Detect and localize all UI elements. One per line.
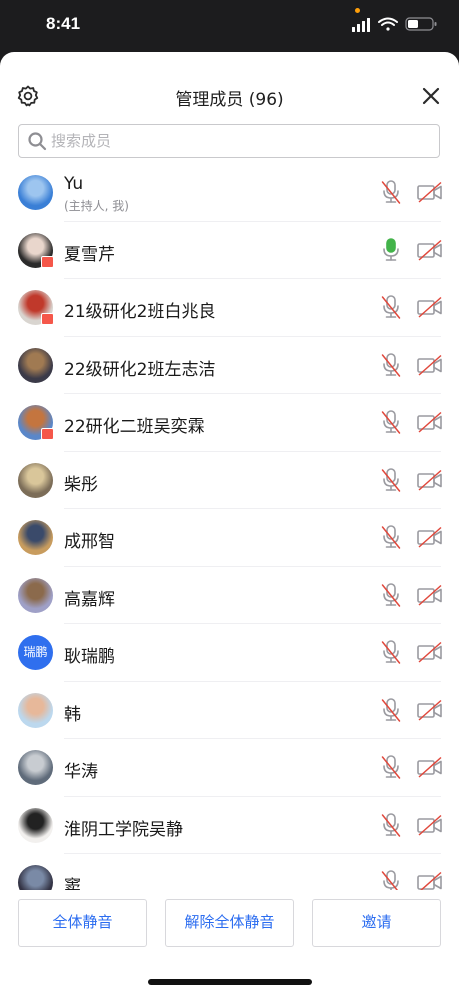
signal-icon — [352, 18, 370, 32]
member-row[interactable]: 淮阴工学院吴静 — [0, 797, 459, 855]
page-title: 管理成员 (96) — [175, 90, 284, 110]
member-row[interactable]: 窦 — [0, 854, 459, 890]
search-input[interactable] — [51, 128, 431, 154]
member-name: 21级研化2班白兆良 — [64, 302, 216, 322]
member-name: 22级研化2班左志洁 — [64, 359, 216, 380]
avatar — [18, 577, 53, 613]
member-name: 柴彤 — [64, 474, 98, 495]
mic-muted-icon[interactable] — [379, 524, 403, 550]
member-name: 高嘉辉 — [64, 589, 115, 610]
sheet-header: 管理成员 (96) — [0, 52, 459, 124]
status-icons — [352, 17, 437, 32]
camera-off-icon[interactable] — [416, 756, 444, 778]
member-name: 华涛 — [64, 762, 98, 782]
search-field[interactable] — [18, 124, 440, 158]
member-row[interactable]: 22研化二班吴奕霖 — [0, 394, 459, 452]
member-row[interactable]: 瑞鹏 耿瑞鹏 — [0, 624, 459, 682]
wifi-icon — [378, 17, 398, 31]
avatar — [18, 865, 53, 890]
close-icon[interactable] — [420, 85, 442, 107]
member-row[interactable]: 韩 — [0, 682, 459, 740]
member-row[interactable]: 22级研化2班左志洁 — [0, 337, 459, 395]
status-time: 8:41 — [46, 14, 81, 33]
home-indicator — [148, 979, 312, 985]
bottom-action-bar: 全体静音 解除全体静音 邀请 — [0, 890, 459, 994]
manage-members-sheet: 管理成员 (96) Yu (主持人, 我) 夏雪芹 21级研化2班白兆良 22级研化2班… — [0, 52, 459, 994]
avatar-badge — [41, 313, 54, 325]
camera-off-icon[interactable] — [416, 814, 444, 836]
mic-muted-icon[interactable] — [379, 294, 403, 320]
mic-muted-icon[interactable] — [379, 697, 403, 723]
mic-muted-icon[interactable] — [379, 812, 403, 838]
camera-off-icon[interactable] — [416, 584, 444, 606]
member-name: 韩 — [64, 704, 81, 725]
avatar — [18, 347, 53, 383]
avatar-badge — [41, 255, 54, 268]
avatar-initials: 瑞鹏 — [23, 645, 48, 659]
camera-off-icon[interactable] — [416, 699, 444, 721]
avatar — [18, 807, 53, 843]
member-name: 夏雪芹 — [64, 244, 115, 265]
member-name: 22研化二班吴奕霖 — [64, 417, 205, 437]
mic-muted-icon[interactable] — [379, 639, 403, 665]
member-row[interactable]: 21级研化2班白兆良 — [0, 279, 459, 337]
camera-off-icon[interactable] — [416, 239, 444, 261]
avatar — [18, 692, 53, 728]
avatar — [18, 750, 53, 785]
avatar — [18, 520, 53, 555]
camera-off-icon[interactable] — [416, 354, 444, 376]
mic-muted-icon[interactable] — [379, 179, 403, 205]
mute-all-button[interactable]: 全体静音 — [18, 899, 147, 947]
member-name: 窦 — [64, 877, 81, 890]
mic-muted-icon[interactable] — [379, 869, 403, 890]
member-row[interactable]: 高嘉辉 — [0, 567, 459, 625]
camera-off-icon[interactable] — [416, 411, 444, 433]
unmute-all-button[interactable]: 解除全体静音 — [165, 899, 294, 947]
member-name: 耿瑞鹏 — [64, 647, 115, 667]
mic-on-icon[interactable] — [379, 237, 403, 263]
member-role: (主持人, 我) — [64, 199, 129, 213]
invite-button[interactable]: 邀请 — [312, 899, 441, 947]
avatar — [18, 462, 53, 498]
avatar — [18, 175, 53, 210]
mic-muted-icon[interactable] — [379, 582, 403, 608]
member-name: 淮阴工学院吴静 — [64, 819, 183, 840]
camera-off-icon[interactable] — [416, 641, 444, 663]
status-bar: 8:41 — [0, 0, 459, 52]
mic-muted-icon[interactable] — [379, 467, 403, 493]
mic-muted-icon[interactable] — [379, 409, 403, 435]
avatar: 瑞鹏 — [18, 635, 53, 670]
mic-muted-icon[interactable] — [379, 754, 403, 780]
camera-off-icon[interactable] — [416, 871, 444, 890]
member-list[interactable]: Yu (主持人, 我) 夏雪芹 21级研化2班白兆良 22级研化2班左志洁 22研化二班吴… — [0, 164, 459, 890]
member-name: 成邢智 — [64, 532, 115, 552]
camera-off-icon[interactable] — [416, 181, 444, 203]
privacy-indicator-dot — [355, 8, 360, 13]
search-icon — [28, 132, 47, 151]
member-row[interactable]: 华涛 — [0, 739, 459, 797]
member-row[interactable]: 柴彤 — [0, 452, 459, 510]
camera-off-icon[interactable] — [416, 296, 444, 318]
avatar-badge — [41, 428, 54, 440]
member-row[interactable]: Yu (主持人, 我) — [0, 164, 459, 222]
mic-muted-icon[interactable] — [379, 352, 403, 378]
member-name: Yu — [64, 174, 84, 194]
camera-off-icon[interactable] — [416, 526, 444, 548]
member-row[interactable]: 成邢智 — [0, 509, 459, 567]
camera-off-icon[interactable] — [416, 469, 444, 491]
member-row[interactable]: 夏雪芹 — [0, 222, 459, 280]
battery-icon — [405, 17, 437, 31]
